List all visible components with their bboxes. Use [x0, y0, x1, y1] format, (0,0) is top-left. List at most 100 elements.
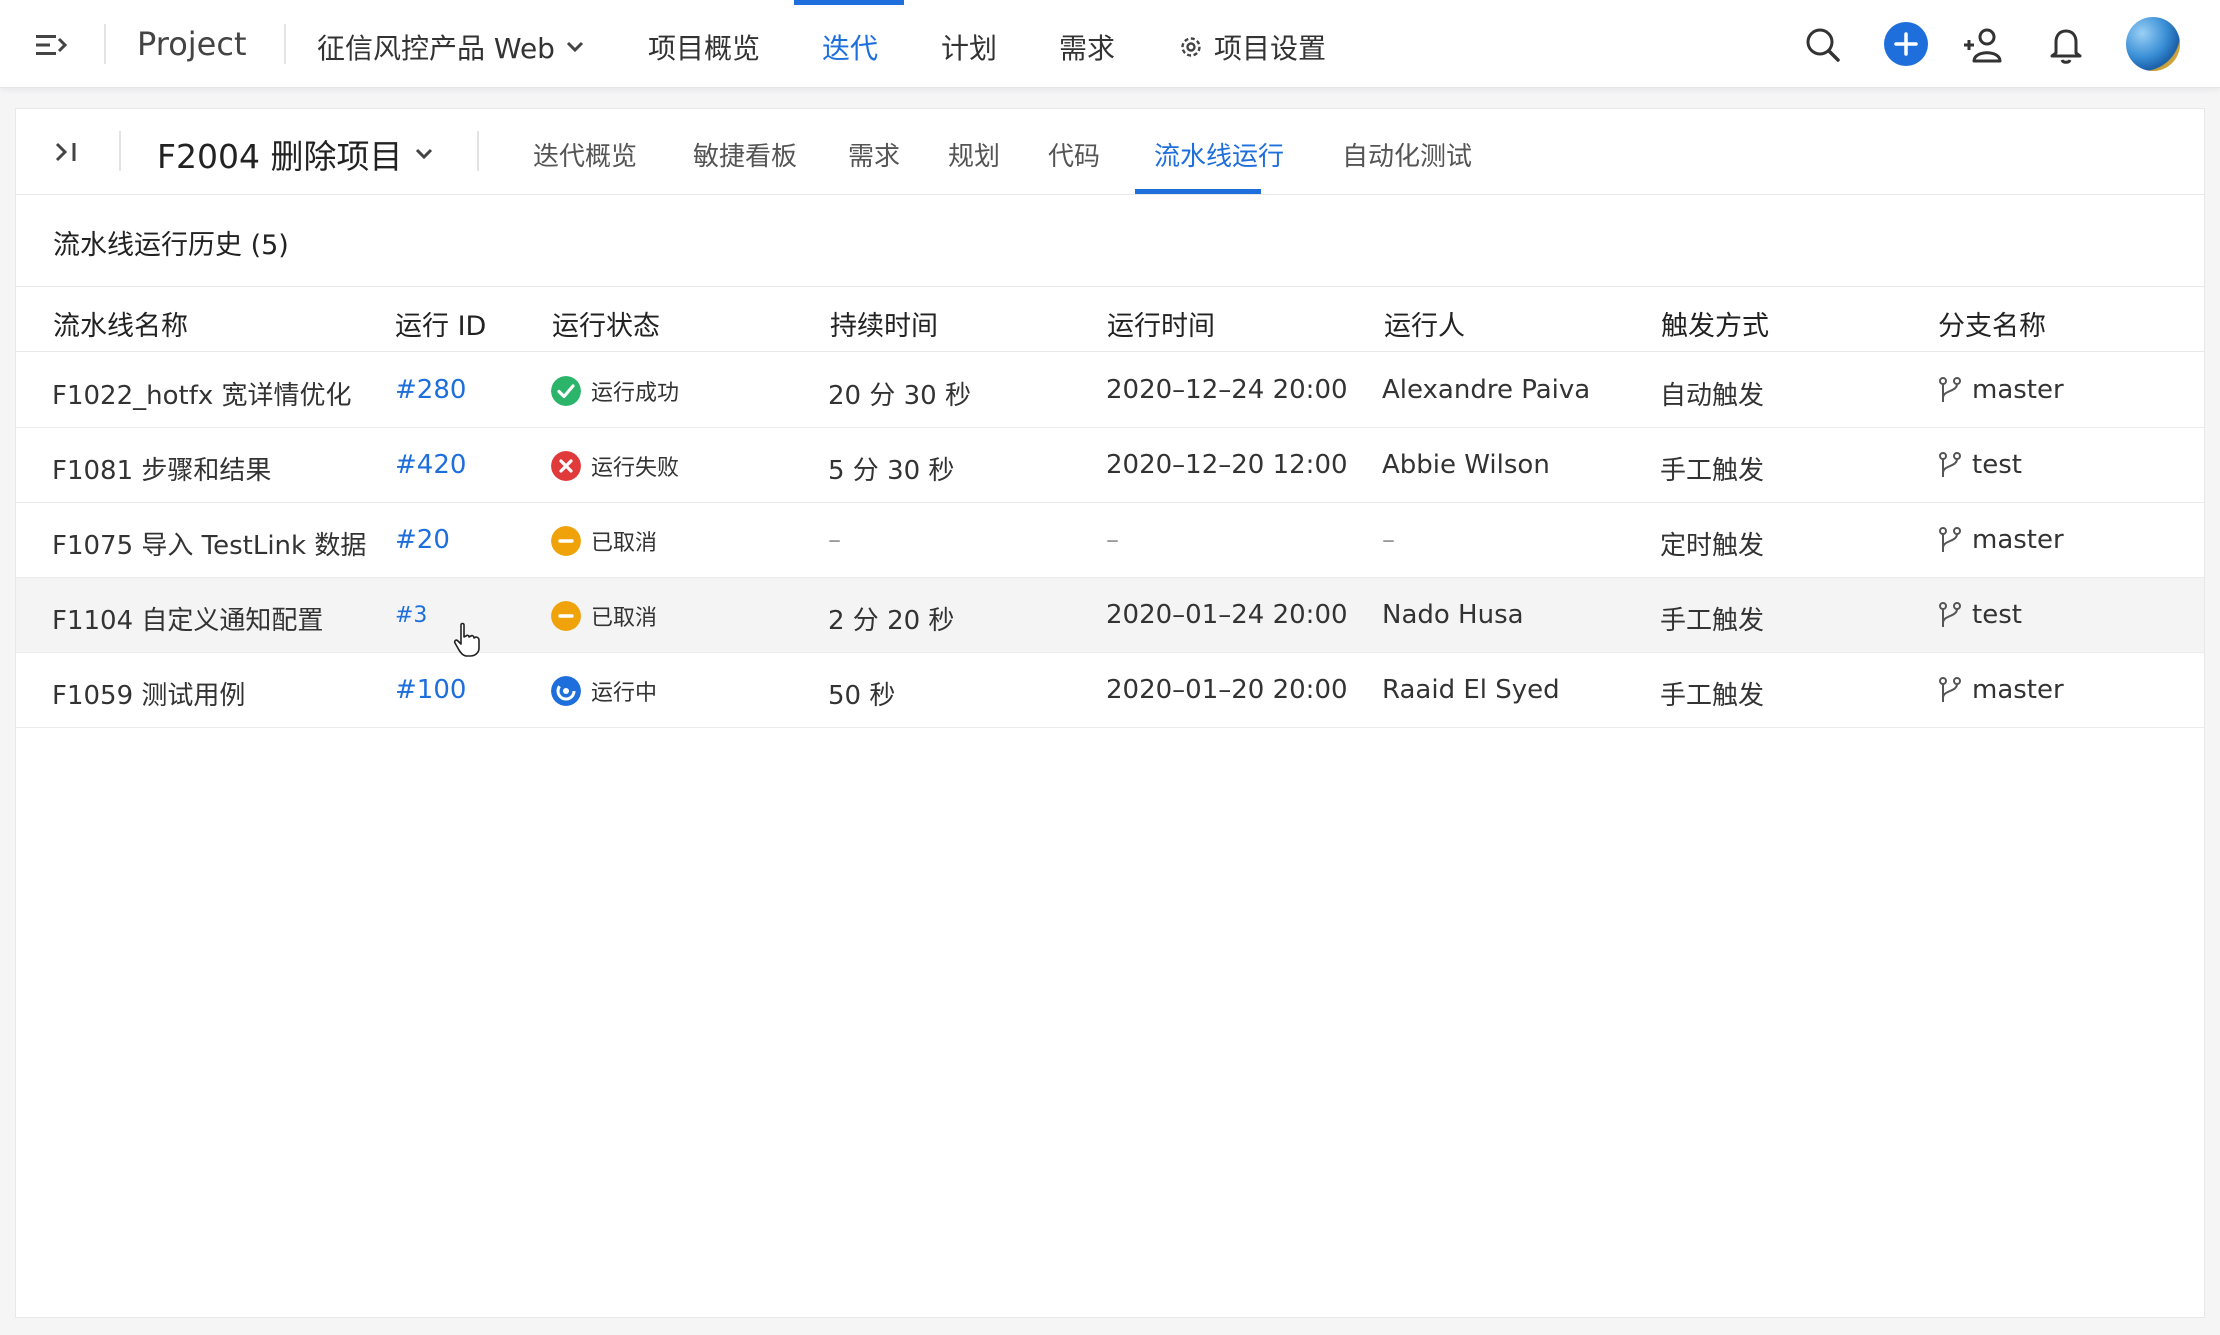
status-label: 已取消 — [591, 606, 658, 631]
branch: master — [1938, 525, 2064, 555]
pipeline-name[interactable]: F1059 测试用例 — [52, 675, 245, 712]
add-member-icon[interactable] — [1962, 25, 2004, 65]
column-header-branch[interactable]: 分支名称 — [1938, 304, 2046, 343]
search-icon[interactable] — [1803, 25, 1843, 65]
iteration-selector[interactable]: F2004 删除项目 — [157, 130, 434, 178]
branch-icon — [1939, 677, 1961, 702]
column-header-name[interactable]: 流水线名称 — [53, 304, 188, 343]
table-row[interactable]: F1104 自定义通知配置 #3 已取消 2 分 20 秒 2020–01–24… — [16, 578, 2204, 653]
runner: Alexandre Paiva — [1382, 375, 1591, 405]
menu-icon[interactable] — [34, 28, 68, 62]
pipeline-name[interactable]: F1075 导入 TestLink 数据 — [52, 525, 366, 562]
status-label: 运行中 — [591, 681, 658, 706]
pipeline-name[interactable]: F1104 自定义通知配置 — [52, 600, 323, 637]
column-header-trigger[interactable]: 触发方式 — [1661, 304, 1769, 343]
column-header-duration[interactable]: 持续时间 — [830, 304, 938, 343]
iteration-panel: F2004 删除项目 迭代概览 敏捷看板 需求 规划 代码 流水线运行 自动化测… — [15, 108, 2205, 1318]
branch-icon — [1939, 602, 1961, 627]
product-selector[interactable]: 征信风控产品 Web — [317, 27, 585, 67]
duration: 50 秒 — [828, 681, 896, 711]
duration: 2 分 20 秒 — [828, 606, 955, 636]
nav-iteration[interactable]: 迭代 — [822, 27, 878, 67]
branch-name: master — [1972, 525, 2064, 555]
status-label: 已取消 — [591, 531, 658, 556]
pipeline-name[interactable]: F1081 步骤和结果 — [52, 450, 271, 487]
branch: master — [1938, 675, 2064, 705]
runner: Abbie Wilson — [1382, 450, 1550, 480]
tab-automation-tests[interactable]: 自动化测试 — [1342, 136, 1472, 173]
branch-icon — [1939, 377, 1961, 402]
column-header-status[interactable]: 运行状态 — [552, 304, 660, 343]
section-title: 流水线运行历史 (5) — [53, 230, 289, 261]
status-badge: 已取消 — [551, 600, 657, 632]
bell-icon[interactable] — [2048, 25, 2084, 65]
branch-icon — [1939, 527, 1961, 552]
iteration-header: F2004 删除项目 迭代概览 敏捷看板 需求 规划 代码 流水线运行 自动化测… — [16, 109, 2204, 195]
run-time: – — [1106, 525, 1119, 555]
top-navigation-bar: Project 征信风控产品 Web 项目概览 迭代 计划 需求 项目设置 — [0, 0, 2220, 88]
run-id-link[interactable]: #420 — [395, 450, 466, 480]
status-badge: 运行失败 — [551, 450, 679, 482]
run-id-link[interactable]: #280 — [395, 375, 466, 405]
table-row[interactable]: F1081 步骤和结果 #420 运行失败 5 分 30 秒 2020–12–2… — [16, 428, 2204, 503]
settings-label: 项目设置 — [1214, 32, 1327, 65]
tab-agile-board[interactable]: 敏捷看板 — [693, 136, 797, 173]
status-badge: 已取消 — [551, 525, 657, 557]
hand-cursor-icon — [453, 622, 480, 657]
pipeline-name[interactable]: F1022_hotfx 宽详情优化 — [52, 375, 352, 412]
run-id-link[interactable]: #3 — [395, 603, 427, 628]
expand-sidebar-icon[interactable] — [52, 137, 82, 167]
status-badge: 运行中 — [551, 675, 657, 707]
tab-requirements[interactable]: 需求 — [848, 136, 900, 173]
project-label[interactable]: Project — [137, 25, 246, 63]
run-id-link[interactable]: #20 — [395, 525, 450, 555]
branch-name: master — [1972, 675, 2064, 705]
run-time: 2020–01–20 20:00 — [1106, 675, 1348, 705]
tab-planning[interactable]: 规划 — [948, 136, 1000, 173]
column-header-run-id[interactable]: 运行 ID — [395, 304, 486, 343]
avatar[interactable] — [2126, 17, 2180, 71]
divider — [284, 24, 286, 64]
column-header-runner[interactable]: 运行人 — [1384, 304, 1465, 343]
runner: Nado Husa — [1382, 600, 1524, 630]
tab-active-indicator — [1135, 189, 1261, 194]
trigger: 定时触发 — [1660, 531, 1765, 561]
duration: 5 分 30 秒 — [828, 456, 955, 486]
nav-project-settings[interactable]: 项目设置 — [1178, 27, 1326, 67]
tab-code[interactable]: 代码 — [1048, 136, 1100, 173]
duration: – — [828, 525, 841, 555]
status-badge: 运行成功 — [551, 375, 679, 407]
chevron-down-icon — [416, 148, 433, 160]
plus-icon — [1894, 32, 1918, 56]
tab-iteration-overview[interactable]: 迭代概览 — [533, 136, 637, 173]
create-button[interactable] — [1884, 22, 1928, 66]
divider — [477, 131, 479, 171]
nav-plan[interactable]: 计划 — [941, 27, 997, 67]
status-label: 运行失败 — [591, 456, 680, 481]
branch-icon — [1939, 452, 1961, 477]
runner: Raaid El Syed — [1382, 675, 1560, 705]
run-time: 2020–12–24 20:00 — [1106, 375, 1348, 405]
status-label: 运行成功 — [591, 381, 680, 406]
nav-requirements[interactable]: 需求 — [1059, 27, 1115, 67]
table-header: 流水线名称 运行 ID 运行状态 持续时间 运行时间 运行人 触发方式 分支名称 — [16, 286, 2204, 352]
table-row[interactable]: F1022_hotfx 宽详情优化 #280 运行成功 20 分 30 秒 20… — [16, 353, 2204, 428]
nav-project-overview[interactable]: 项目概览 — [648, 27, 760, 67]
runner: – — [1382, 525, 1395, 555]
table-row[interactable]: F1059 测试用例 #100 运行中 50 秒 2020–01–20 20:0… — [16, 653, 2204, 728]
run-time: 2020–01–24 20:00 — [1106, 600, 1348, 630]
branch-name: test — [1972, 450, 2022, 480]
run-id-link[interactable]: #100 — [395, 675, 466, 705]
cancelled-icon — [551, 601, 581, 631]
iteration-title: F2004 删除项目 — [157, 137, 403, 176]
run-time: 2020–12–20 12:00 — [1106, 450, 1348, 480]
product-selector-label: 征信风控产品 Web — [317, 32, 555, 65]
running-icon — [551, 676, 581, 706]
table-row[interactable]: F1075 导入 TestLink 数据 #20 已取消 – – – 定时触发 … — [16, 503, 2204, 578]
trigger: 手工触发 — [1660, 681, 1765, 711]
tab-pipeline-runs[interactable]: 流水线运行 — [1154, 136, 1284, 173]
cancelled-icon — [551, 526, 581, 556]
column-header-run-time[interactable]: 运行时间 — [1107, 304, 1215, 343]
branch: test — [1938, 450, 2022, 480]
nav-active-indicator — [794, 0, 904, 5]
